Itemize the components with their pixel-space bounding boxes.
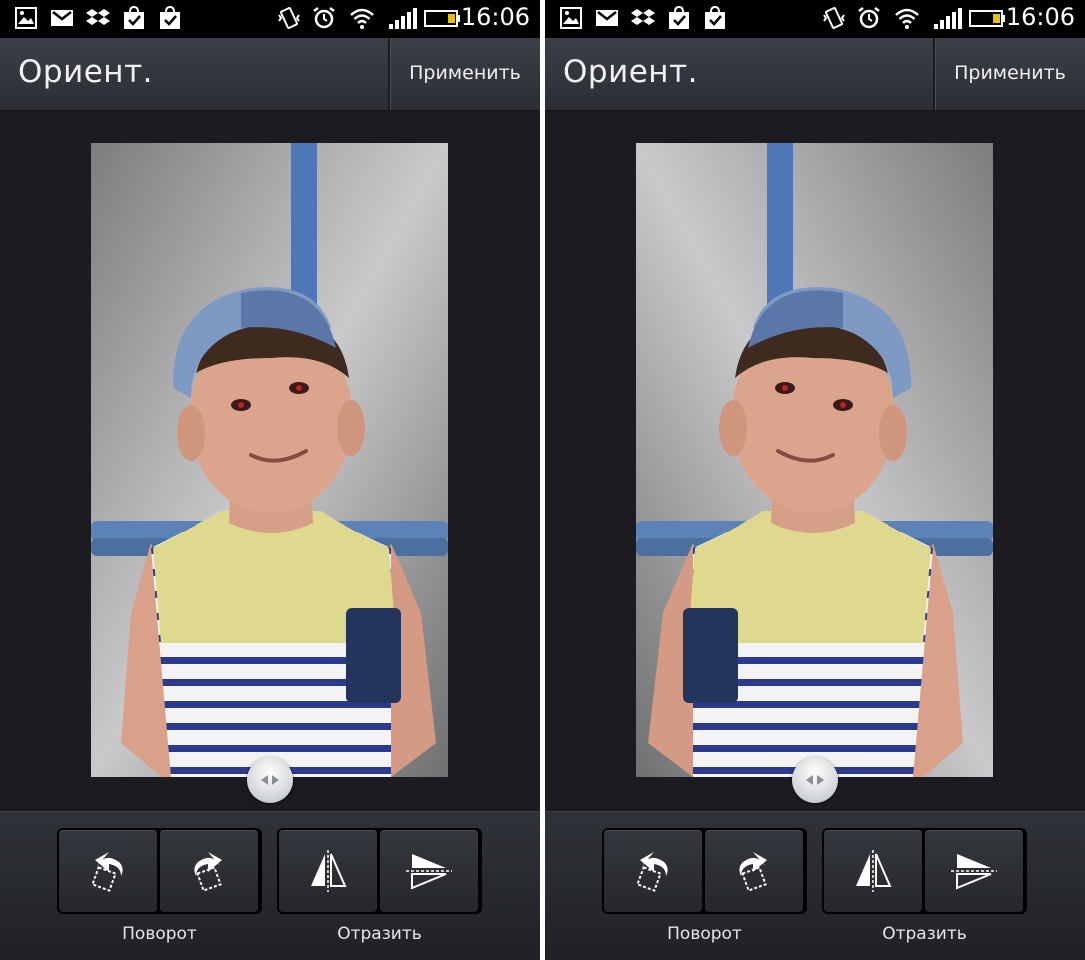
- rotate-group: [57, 828, 262, 914]
- flip-label: Отразить: [882, 924, 967, 944]
- vibrate-icon: [278, 7, 300, 29]
- status-bar: 16:06: [0, 0, 540, 38]
- dropbox-icon: [631, 9, 655, 25]
- action-bar: Ориент. Применить: [545, 38, 1085, 111]
- flip-vertical-button[interactable]: [380, 830, 478, 912]
- wifi-icon: [350, 8, 374, 29]
- flip-horizontal-icon: [311, 850, 347, 892]
- apply-button-label: Применить: [409, 62, 521, 84]
- rotate-group: [602, 828, 807, 914]
- clock: 16:06: [460, 3, 530, 31]
- rotate-label: Поворот: [122, 924, 197, 944]
- battery-icon: [424, 10, 460, 27]
- signal-icon: [934, 8, 962, 29]
- editor-panel-left: 16:06 Ориент. Применить Поворот Отразить: [0, 0, 540, 960]
- rotate-left-icon: [91, 852, 123, 892]
- status-bar: 16:06: [545, 0, 1085, 38]
- alarm-icon: [858, 7, 880, 29]
- alarm-icon: [313, 7, 335, 29]
- editor-panel-right: 16:06 Ориент. Применить Поворот Отразить: [545, 0, 1085, 960]
- play-store-check-icon: [160, 6, 180, 29]
- compare-handle[interactable]: [792, 757, 838, 803]
- vibrate-icon: [823, 7, 845, 29]
- rotate-right-button[interactable]: [160, 830, 258, 912]
- rotate-right-icon: [739, 852, 767, 892]
- rotate-left-button[interactable]: [604, 830, 702, 912]
- signal-icon: [389, 8, 417, 29]
- compare-handle[interactable]: [247, 757, 293, 803]
- action-bar: Ориент. Применить: [0, 38, 540, 111]
- gmail-icon: [51, 10, 73, 26]
- play-store-check-icon: [669, 6, 689, 29]
- rotate-right-icon: [194, 852, 222, 892]
- photo: [91, 143, 448, 777]
- rotate-left-button[interactable]: [59, 830, 157, 912]
- photo-canvas: [0, 111, 540, 811]
- photo-canvas: [545, 111, 1085, 811]
- wifi-icon: [895, 8, 919, 29]
- page-title: Ориент.: [563, 54, 698, 90]
- play-store-check-icon: [705, 6, 725, 29]
- clock: 16:06: [1005, 3, 1075, 31]
- gallery-icon: [15, 7, 37, 29]
- flip-vertical-icon: [951, 854, 997, 890]
- play-store-check-icon: [124, 6, 144, 29]
- photo-mirrored: [636, 143, 993, 777]
- page-title: Ориент.: [18, 54, 153, 90]
- flip-horizontal-button[interactable]: [279, 830, 377, 912]
- apply-button[interactable]: Применить: [388, 38, 540, 110]
- flip-horizontal-icon: [856, 850, 892, 892]
- battery-icon: [969, 10, 1005, 27]
- flip-vertical-icon: [406, 854, 452, 890]
- flip-horizontal-button[interactable]: [824, 830, 922, 912]
- gmail-icon: [596, 10, 618, 26]
- compare-arrows-icon: [806, 775, 824, 785]
- flip-vertical-button[interactable]: [925, 830, 1023, 912]
- apply-button-label: Применить: [954, 62, 1066, 84]
- gallery-icon: [560, 7, 582, 29]
- flip-label: Отразить: [337, 924, 422, 944]
- rotate-label: Поворот: [667, 924, 742, 944]
- rotate-left-icon: [636, 852, 668, 892]
- apply-button[interactable]: Применить: [933, 38, 1085, 110]
- dropbox-icon: [86, 9, 110, 25]
- tool-bar: Поворот Отразить: [0, 811, 540, 960]
- rotate-right-button[interactable]: [705, 830, 803, 912]
- compare-arrows-icon: [261, 775, 279, 785]
- tool-bar: Поворот Отразить: [545, 811, 1085, 960]
- flip-group: [822, 828, 1027, 914]
- flip-group: [277, 828, 482, 914]
